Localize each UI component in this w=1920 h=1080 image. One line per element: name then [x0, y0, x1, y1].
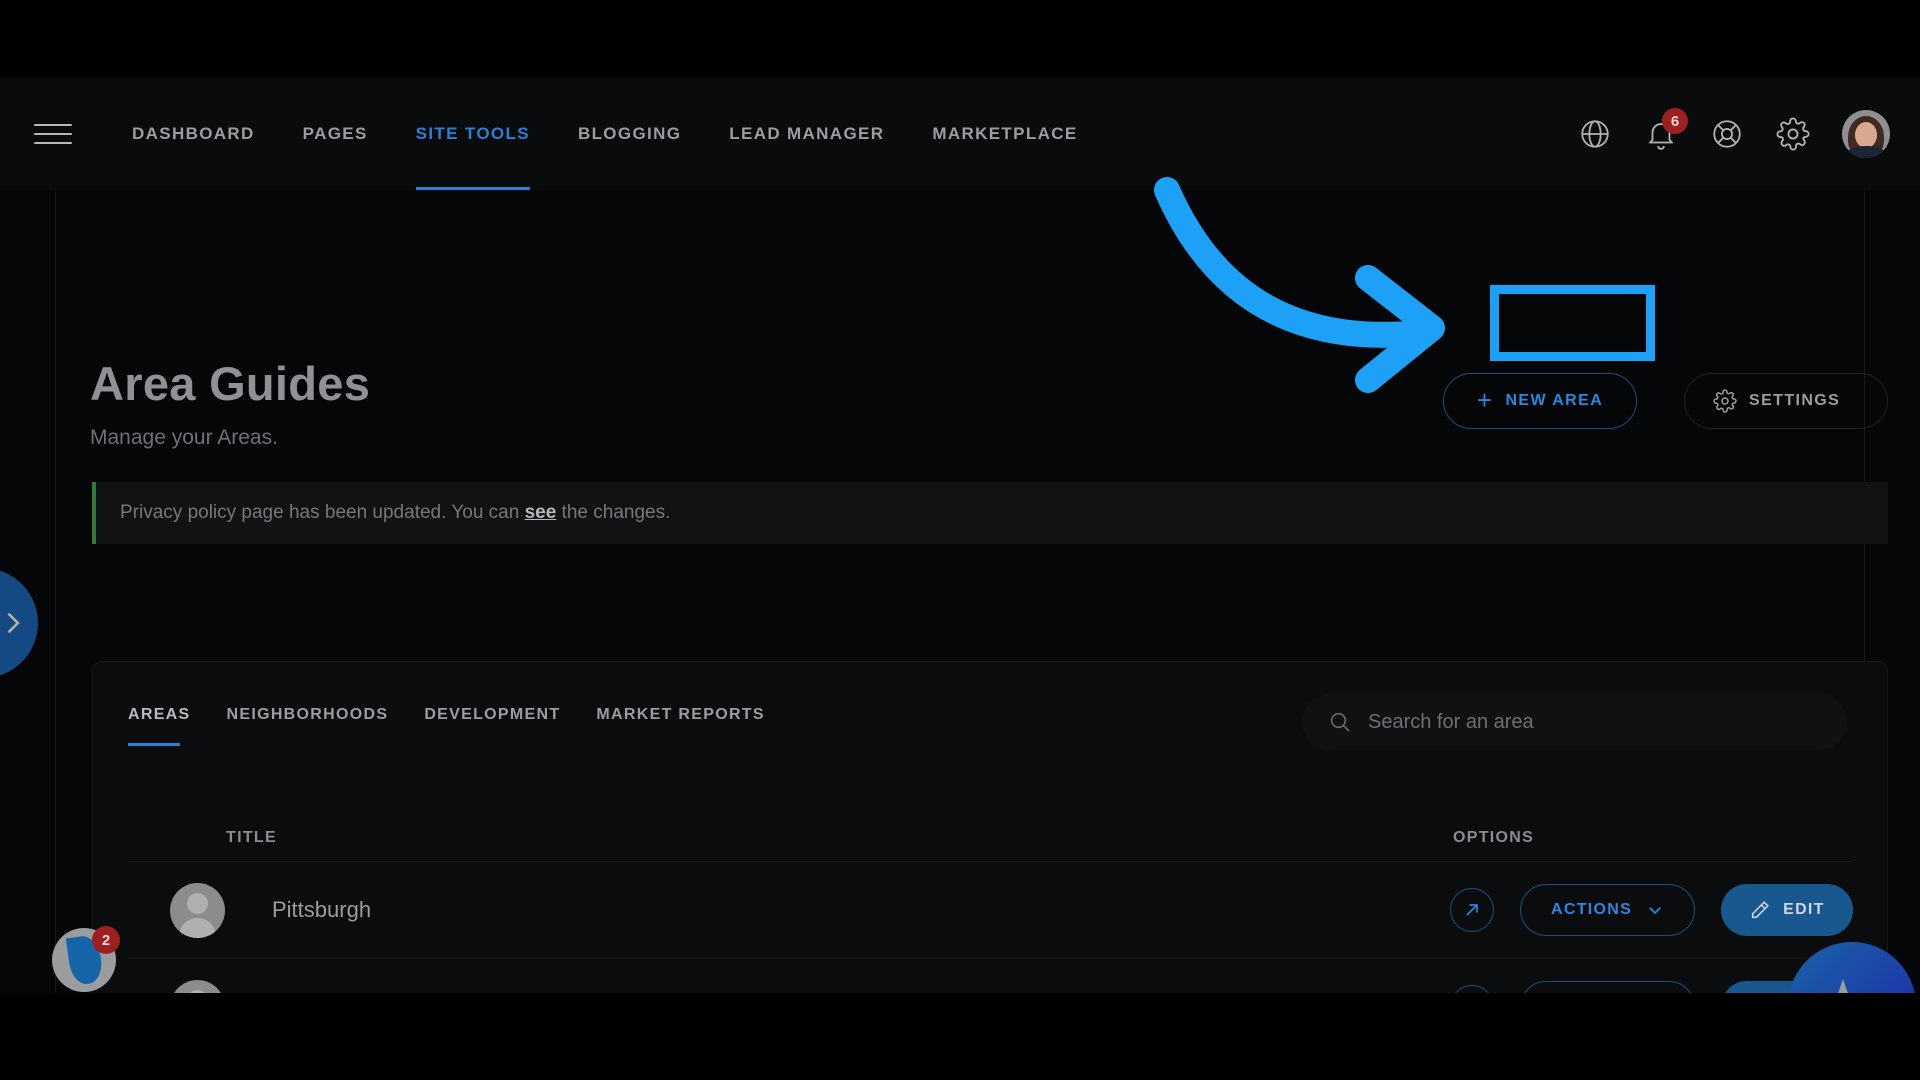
banner-see-link[interactable]: see — [525, 502, 557, 523]
row-avatar — [170, 882, 225, 938]
banner-text: Privacy policy page has been updated. Yo… — [120, 502, 670, 524]
sparkle-icon — [1838, 979, 1848, 993]
tab-market-reports[interactable]: MARKET REPORTS — [588, 706, 792, 746]
actions-dropdown-button[interactable]: ACTIONS — [1520, 884, 1696, 936]
main-nav-items: DASHBOARD PAGES SITE TOOLS BLOGGING LEAD… — [108, 78, 1102, 190]
card-tabs: AREAS NEIGHBORHOODS DEVELOPMENT MARKET R… — [128, 706, 793, 746]
pencil-icon — [1751, 901, 1770, 919]
notification-badge: 6 — [1662, 108, 1688, 134]
edit-label: EDIT — [1783, 901, 1825, 918]
row-avatar — [170, 979, 225, 993]
nav-item-dashboard[interactable]: DASHBOARD — [108, 78, 279, 190]
nav-item-marketplace[interactable]: MARKETPLACE — [908, 78, 1101, 190]
table-header: TITLE OPTIONS — [128, 812, 1852, 862]
actions-dropdown-button[interactable]: ACTIONS — [1520, 981, 1696, 993]
actions-label: ACTIONS — [1551, 901, 1633, 918]
side-panel-toggle[interactable] — [0, 568, 38, 678]
hamburger-menu-icon[interactable] — [34, 119, 76, 149]
search-icon — [1330, 712, 1350, 732]
external-link-icon[interactable] — [1450, 888, 1494, 932]
gear-icon — [1713, 389, 1737, 413]
banner-text-after: the changes. — [556, 502, 671, 523]
chat-unread-badge: 2 — [92, 926, 120, 954]
tab-development[interactable]: DEVELOPMENT — [416, 706, 588, 746]
nav-item-site-tools[interactable]: SITE TOOLS — [392, 78, 554, 190]
banner-text-before: Privacy policy page has been updated. Yo… — [120, 502, 525, 523]
external-link-icon[interactable] — [1450, 985, 1494, 993]
tab-areas[interactable]: AREAS — [128, 706, 219, 746]
new-area-label: NEW AREA — [1505, 392, 1604, 409]
nav-item-lead-manager[interactable]: LEAD MANAGER — [705, 78, 908, 190]
settings-button[interactable]: SETTINGS — [1684, 373, 1888, 429]
screen: DASHBOARD PAGES SITE TOOLS BLOGGING LEAD… — [0, 0, 1920, 1080]
browser-viewport: DASHBOARD PAGES SITE TOOLS BLOGGING LEAD… — [0, 78, 1920, 993]
table-row[interactable]: Testimony ACTIONS — [128, 959, 1853, 993]
tab-neighborhoods[interactable]: NEIGHBORHOODS — [219, 706, 417, 746]
row-actions: ACTIONS EDIT — [1450, 884, 1853, 936]
page-title: Area Guides — [90, 357, 371, 410]
page-subtitle: Manage your Areas. — [90, 426, 278, 449]
viewport-edge-left — [55, 78, 56, 993]
lifebuoy-icon[interactable] — [1710, 117, 1744, 151]
bell-icon[interactable]: 6 — [1644, 108, 1688, 151]
column-header-title: TITLE — [226, 829, 277, 846]
table-row[interactable]: Pittsburgh ACTIONS EDIT — [128, 862, 1853, 959]
gear-icon[interactable] — [1776, 117, 1810, 151]
new-area-button[interactable]: + NEW AREA — [1443, 373, 1637, 429]
nav-item-blogging[interactable]: BLOGGING — [554, 78, 705, 190]
plus-icon: + — [1476, 384, 1494, 415]
row-title: Pittsburgh — [272, 897, 372, 922]
search-box[interactable] — [1302, 694, 1847, 750]
column-header-options: OPTIONS — [1453, 829, 1535, 846]
chevron-down-icon — [1649, 907, 1661, 915]
chevron-right-icon — [7, 612, 20, 634]
search-input[interactable] — [1368, 710, 1821, 734]
chat-badge-wrapper: 2 — [52, 926, 120, 992]
user-avatar[interactable] — [1842, 110, 1890, 158]
settings-label: SETTINGS — [1749, 392, 1841, 409]
nav-item-pages[interactable]: PAGES — [279, 78, 392, 190]
edit-button[interactable]: EDIT — [1721, 884, 1853, 936]
nav-right-icons: 6 — [1578, 78, 1890, 190]
globe-icon[interactable] — [1578, 117, 1612, 151]
areas-card: AREAS NEIGHBORHOODS DEVELOPMENT MARKET R… — [92, 661, 1888, 993]
top-navigation-bar: DASHBOARD PAGES SITE TOOLS BLOGGING LEAD… — [0, 78, 1920, 190]
privacy-policy-banner: Privacy policy page has been updated. Yo… — [92, 482, 1888, 544]
